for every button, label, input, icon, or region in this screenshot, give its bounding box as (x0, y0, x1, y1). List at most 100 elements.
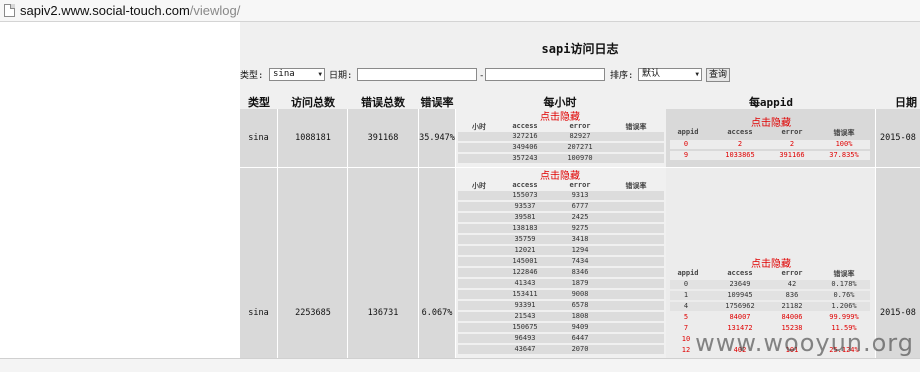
row-2-hourly-hide-link[interactable]: 点击隐藏 (456, 167, 664, 182)
type-select[interactable]: sina (269, 68, 325, 81)
app-rate: 0.76% (833, 291, 855, 299)
list-item: 0 23649 42 0.178% (670, 280, 870, 289)
table-row: 150675 9409 (458, 323, 664, 332)
hour-error: 9409 (571, 323, 589, 331)
hour-access: 145001 (512, 257, 538, 265)
list-item: 4 1756962 21182 1.206% (670, 302, 870, 311)
hour-access: 93391 (514, 301, 536, 309)
table-row: 327216 82927 (458, 132, 664, 141)
table-row: 349406 207271 (458, 143, 664, 152)
url-host: sapiv2.www.social-touch.com (20, 3, 190, 18)
row-2-app-hide-link[interactable]: 点击隐藏 (666, 255, 876, 270)
page-icon (4, 4, 15, 17)
col-header-rate: 错误率 (420, 96, 454, 109)
table-row: 43647 2070 (458, 345, 664, 354)
app-id: 9 (683, 151, 689, 159)
app-error: 836 (785, 291, 799, 299)
row-2-type: sina (248, 308, 269, 318)
hour-error: 6578 (571, 301, 589, 309)
row-2-hourly-subheader: 错误率 (625, 182, 647, 190)
hour-access: 93537 (514, 202, 536, 210)
hour-access: 122846 (512, 268, 538, 276)
col-header-errors: 错误总数 (361, 96, 405, 109)
col-header-total: 访问总数 (291, 96, 335, 109)
table-row: 96493 6447 (458, 334, 664, 343)
hour-error: 9275 (571, 224, 589, 232)
row-1-hourly-subheader: 错误率 (625, 123, 647, 131)
row-2-app-subheader: 错误率 (833, 270, 855, 278)
hour-access: 43647 (514, 345, 536, 353)
row-1-date: 2015-08 (880, 133, 916, 143)
list-item: 5 84007 84006 99.999% (670, 313, 870, 322)
log-page: sapi访问日志 类型: sina 日期: - 排序: 默认 查询 类型 访问总… (240, 22, 920, 358)
row-1-hourly-subheader: 小时 (472, 123, 486, 131)
hour-error: 8346 (571, 268, 589, 276)
hour-error: 1294 (571, 246, 589, 254)
horizontal-scrollbar[interactable] (0, 358, 920, 372)
row-2-app-subheader: appid (677, 269, 699, 277)
row-2-divider (277, 168, 278, 358)
type-label: 类型: (240, 71, 264, 81)
date-start-input[interactable] (357, 68, 477, 81)
hour-access: 35759 (514, 235, 536, 243)
app-error: 21182 (781, 302, 803, 310)
app-id: 5 (683, 313, 689, 321)
hour-access: 39581 (514, 213, 536, 221)
row-2-rate: 6.067% (421, 308, 453, 318)
hour-access: 357243 (512, 154, 538, 162)
row-1-app-hide-link[interactable]: 点击隐藏 (666, 114, 876, 129)
address-bar[interactable]: sapiv2.www.social-touch.com/viewlog/ (0, 0, 920, 22)
date-separator: - (479, 71, 485, 81)
row-2-hourly-subheader: 小时 (472, 182, 486, 190)
url-text[interactable]: sapiv2.www.social-touch.com/viewlog/ (20, 0, 240, 22)
row-2-date: 2015-08 (880, 308, 916, 318)
app-rate: 100% (835, 140, 853, 148)
row-1-hourly-hide-link[interactable]: 点击隐藏 (456, 108, 664, 123)
row-1-app-subheader: appid (677, 128, 699, 136)
app-error: 42 (787, 280, 797, 288)
row-1-hourly-subheader: error (569, 122, 591, 130)
row-2-bg (240, 168, 456, 358)
table-row: 153411 9008 (458, 290, 664, 299)
hour-access: 96493 (514, 334, 536, 342)
app-id: 0 (683, 280, 689, 288)
hour-error: 1808 (571, 312, 589, 320)
row-2-divider (418, 168, 419, 358)
list-item: 1 109945 836 0.76% (670, 291, 870, 300)
query-button[interactable]: 查询 (706, 68, 731, 82)
row-1-type: sina (248, 133, 269, 143)
table-row: 145001 7434 (458, 257, 664, 266)
table-row: 122846 8346 (458, 268, 664, 277)
hour-access: 327216 (512, 132, 538, 140)
app-access: 1756962 (725, 302, 755, 310)
hour-access: 150675 (512, 323, 538, 331)
hour-error: 82927 (569, 132, 591, 140)
hour-access: 138183 (512, 224, 538, 232)
hour-error: 1879 (571, 279, 589, 287)
table-row: 357243 100970 (458, 154, 664, 163)
col-header-appid: 每appid (748, 96, 794, 109)
row-1-app-subheader: 错误率 (833, 129, 855, 137)
page-title: sapi访问日志 (541, 42, 619, 56)
app-id: 1 (683, 291, 689, 299)
row-2-hourly-subheader: access (512, 181, 538, 189)
app-rate: 37.835% (829, 151, 859, 159)
hour-error: 6777 (571, 202, 589, 210)
row-2-app-subheader: access (727, 269, 753, 277)
row-2-hourly-subheader: error (569, 181, 591, 189)
type-select-value: sina (273, 69, 295, 79)
app-rate: 1.206% (831, 302, 857, 310)
app-access: 1033865 (725, 151, 755, 159)
app-id: 4 (683, 302, 689, 310)
sort-select[interactable]: 默认 (638, 68, 702, 81)
table-row: 93537 6777 (458, 202, 664, 211)
date-end-input[interactable] (485, 68, 605, 81)
hour-access: 12021 (514, 246, 536, 254)
hour-error: 2070 (571, 345, 589, 353)
row-2-app-subheader: error (781, 269, 803, 277)
table-row: 155073 9313 (458, 191, 664, 200)
table-row: 41343 1879 (458, 279, 664, 288)
list-item: 0 2 2 100% (670, 140, 870, 149)
app-access: 2 (737, 140, 743, 148)
app-access: 109945 (727, 291, 753, 299)
